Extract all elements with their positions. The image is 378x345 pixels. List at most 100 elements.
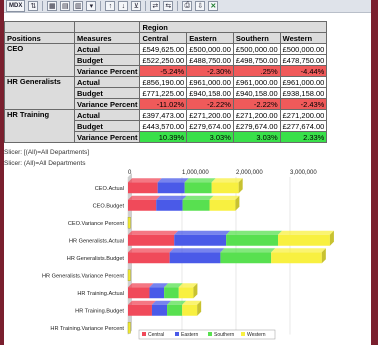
bar-top-face <box>184 178 216 183</box>
value-cell: 3.03% <box>232 131 281 143</box>
value-cell: -11.02% <box>139 98 188 110</box>
legend-swatch <box>208 332 212 336</box>
legend-swatch <box>175 332 179 336</box>
separator <box>100 1 102 11</box>
measure-cell: Variance Percent <box>73 131 141 143</box>
bar-segment <box>164 287 179 299</box>
legend-swatch <box>142 332 146 336</box>
legend-swatch <box>241 332 245 336</box>
bar-top-face <box>169 248 225 253</box>
excel-icon[interactable]: ✕ <box>208 1 219 11</box>
value-cell: £940,158.00 <box>186 87 234 99</box>
mdx-label: MDX <box>9 3 23 9</box>
bar-segment <box>220 252 272 264</box>
category-label: HR Training.Actual <box>77 291 124 297</box>
value-cell: £500,000.00 <box>186 43 234 55</box>
bar-top-face <box>128 195 161 200</box>
value-cell: £271,200.00 <box>232 109 281 121</box>
category-label: HR Generalists.Variance Percent <box>42 273 124 279</box>
corner-cell <box>4 21 75 33</box>
legend-label: Western <box>247 332 266 338</box>
print-icon[interactable]: ⎙ <box>182 1 193 11</box>
value-cell: .25% <box>232 65 281 77</box>
value-cell: £488,750.00 <box>186 54 234 66</box>
x-tick-label: 3,000,000 <box>290 170 317 176</box>
category-label: HR Generalists.Budget <box>67 256 125 262</box>
legend-label: Eastern <box>181 332 198 338</box>
value-cell: -5.24% <box>139 65 188 77</box>
value-cell: £478,750.00 <box>279 54 328 66</box>
measure-cell: Variance Percent <box>73 65 141 77</box>
category-label: HR Training.Variance Percent <box>50 326 124 332</box>
value-cell: £961,000.00 <box>279 76 328 88</box>
bar-segment <box>167 304 183 316</box>
bar-segment <box>128 252 170 264</box>
value-cell: £856,190.00 <box>139 76 188 88</box>
category-label: HR Training.Budget <box>75 308 124 314</box>
value-cell: £771,225.00 <box>139 87 188 99</box>
value-cell: -4.44% <box>279 65 328 77</box>
value-cell: -2.30% <box>186 65 234 77</box>
measures-header: Measures <box>73 32 141 44</box>
both-view-icon[interactable]: ▥ <box>73 1 84 11</box>
bar-segment <box>278 234 330 246</box>
corner-cell <box>73 21 141 33</box>
bar-segment <box>182 304 198 316</box>
sort-icon[interactable]: ⇅ <box>28 1 39 11</box>
bar-top-face <box>174 230 231 235</box>
bar-segment <box>169 252 221 264</box>
measure-cell: Actual <box>73 43 141 55</box>
bar-top-face <box>128 248 174 253</box>
bar-top-face <box>128 300 156 305</box>
separator <box>42 1 44 11</box>
value-cell: £277,674.00 <box>279 120 328 132</box>
positions-header: Positions <box>4 32 75 44</box>
measure-cell: Variance Percent <box>73 98 141 110</box>
pivot-icon[interactable]: ⇆ <box>163 1 174 11</box>
chart-type-icon[interactable]: ▾ <box>86 1 97 11</box>
value-cell: £271,200.00 <box>279 109 328 121</box>
bar-segment <box>182 199 210 211</box>
export-icon[interactable]: ⇩ <box>195 1 206 11</box>
category-label: CEO.Budget <box>93 203 125 209</box>
swap-axis-icon[interactable]: ⇄ <box>150 1 161 11</box>
stacked-bar-chart: 0 1,000,000 2,000,000 3,000,000CEO.ActualCE… <box>42 170 334 340</box>
value-cell: £397,473.00 <box>139 109 188 121</box>
bar-segment <box>174 234 227 246</box>
value-cell: £279,674.00 <box>232 120 281 132</box>
region-column-header: Central <box>139 32 188 44</box>
bar-segment <box>157 182 185 194</box>
bar-segment <box>209 199 236 211</box>
table-row: CEO Actual £549,625.00 £500,000.00 £500,000.… <box>4 43 328 77</box>
legend-label: Southern <box>214 332 235 338</box>
bar-top-face <box>128 283 154 288</box>
category-label: HR Generalists.Actual <box>69 238 124 244</box>
bar-top-face <box>128 230 179 235</box>
bar-top-face <box>156 195 187 200</box>
table-view-icon[interactable]: ▦ <box>47 1 58 11</box>
mdx-button[interactable]: MDX <box>6 0 26 12</box>
bar-segment <box>149 287 165 299</box>
region-header-row: Region <box>4 21 328 33</box>
chart-view-icon[interactable]: ▤ <box>60 1 71 11</box>
bar-top-face <box>182 195 214 200</box>
value-cell: £500,000.00 <box>279 43 328 55</box>
value-cell: -2.22% <box>232 98 281 110</box>
bar-segment <box>156 199 183 211</box>
bar-segment <box>178 287 194 299</box>
drill-down-icon[interactable]: ↓ <box>118 1 129 11</box>
measure-cell: Actual <box>73 76 141 88</box>
toolbar: MDX ⇅ ▦ ▤ ▥ ▾ ↑ ↓ ⊻ ⇄ ⇆ ⎙ ⇩ ✕ <box>4 0 371 13</box>
value-cell: -2.43% <box>279 98 328 110</box>
bar-top-face <box>220 248 276 253</box>
bar-segment <box>226 234 279 246</box>
filter-icon[interactable]: ⊻ <box>131 1 142 11</box>
value-cell: £271,200.00 <box>186 109 234 121</box>
position-cell: HR Training <box>4 109 75 143</box>
bar-segment <box>127 217 131 229</box>
value-cell: £279,674.00 <box>186 120 234 132</box>
bar-top-face <box>271 248 326 253</box>
region-column-header: Southern <box>232 32 281 44</box>
bar-segment <box>128 182 158 194</box>
drill-up-icon[interactable]: ↑ <box>105 1 116 11</box>
